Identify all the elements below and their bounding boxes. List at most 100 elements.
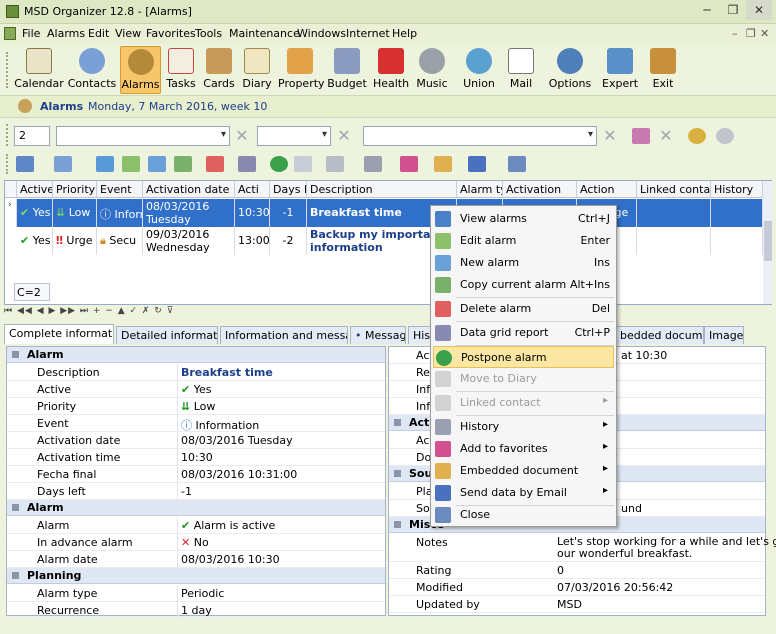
tab-complete-information[interactable]: Complete information <box>4 324 114 344</box>
col-alarm-type[interactable]: Alarm typ <box>457 181 503 198</box>
music-button[interactable]: Music <box>414 46 450 94</box>
remove-filter-icon[interactable]: ✕ <box>658 128 674 144</box>
layout-icon[interactable] <box>508 156 526 172</box>
tab-embedded-document[interactable]: bedded document <box>616 326 704 344</box>
col-activation-time[interactable]: Acti <box>235 181 270 198</box>
mail-button[interactable]: Mail <box>504 46 538 94</box>
apply-filter-icon[interactable] <box>632 128 650 144</box>
col-days-left[interactable]: Days le <box>270 181 307 198</box>
action-grip[interactable] <box>6 154 10 174</box>
app-menu-icon[interactable] <box>4 27 16 40</box>
menu-tools[interactable]: Tools <box>195 27 222 40</box>
budget-button[interactable]: Budget <box>327 46 367 94</box>
email-icon[interactable] <box>468 156 486 172</box>
table-row[interactable]: › ✔ Yes ⇊ Low ⓘ Inform 08/03/2016Tuesday… <box>5 199 763 227</box>
menu-help[interactable]: Help <box>392 27 417 40</box>
col-active[interactable]: Active <box>17 181 53 198</box>
tab-image[interactable]: Image <box>704 326 744 344</box>
scrollbar-thumb[interactable] <box>764 221 772 261</box>
history-icon[interactable] <box>364 156 382 172</box>
mdi-restore-button[interactable]: ❐ <box>746 27 756 40</box>
menu-item-history[interactable]: History ▸ <box>433 416 614 438</box>
menu-item-embedded-document[interactable]: Embedded document ▸ <box>433 460 614 482</box>
col-linked-contact[interactable]: Linked contact <box>637 181 711 198</box>
col-description[interactable]: Description <box>307 181 457 198</box>
clear-operator-icon[interactable]: ✕ <box>336 128 352 144</box>
property-button[interactable]: Property <box>278 46 325 94</box>
copy-icon[interactable] <box>174 156 192 172</box>
mdi-close-button[interactable]: ✕ <box>760 27 769 40</box>
table-row[interactable]: ✔ Yes ‼ Urge 🔒︎ Secu 09/03/2016 Wednesday… <box>5 227 763 255</box>
menu-file[interactable]: File <box>22 27 40 40</box>
filter-operator-combo[interactable] <box>257 126 331 146</box>
new-icon[interactable] <box>148 156 166 172</box>
col-activation[interactable]: Activation <box>503 181 577 198</box>
print-icon[interactable] <box>238 156 256 172</box>
tasks-button[interactable]: Tasks <box>163 46 199 94</box>
calendar-button[interactable]: Calendar <box>14 46 64 94</box>
union-button[interactable]: Union <box>460 46 498 94</box>
col-activation-date[interactable]: Activation date <box>143 181 235 198</box>
menu-item-add-to-favorites[interactable]: Add to favorites ▸ <box>433 438 614 460</box>
delete-icon[interactable] <box>206 156 224 172</box>
find-icon[interactable] <box>688 128 706 144</box>
menu-item-data-grid-report[interactable]: Data grid report Ctrl+P <box>433 322 614 344</box>
diary-button[interactable]: Diary <box>239 46 275 94</box>
view-icon[interactable] <box>96 156 114 172</box>
menu-item-view-alarms[interactable]: View alarms Ctrl+J <box>433 208 614 230</box>
menu-edit[interactable]: Edit <box>88 27 109 40</box>
menu-item-copy-alarm[interactable]: Copy current alarm Alt+Ins <box>433 274 614 296</box>
columns-icon[interactable] <box>326 156 344 172</box>
menu-item-postpone-alarm[interactable]: Postpone alarm <box>433 346 614 368</box>
grid-navigator[interactable]: ⏮ ◀◀ ◀ ▶ ▶▶ ⏭ + − ▲ ✓ ✗ ↻ ⊽ <box>4 306 404 318</box>
tab-message[interactable]: • Message <box>350 326 406 344</box>
view-list-icon[interactable] <box>16 156 34 172</box>
menu-item-move-to-diary[interactable]: Move to Diary <box>433 368 614 390</box>
contacts-button[interactable]: Contacts <box>66 46 118 94</box>
document-icon[interactable] <box>434 156 452 172</box>
filter-grip[interactable] <box>6 124 10 146</box>
info-icon[interactable] <box>54 156 72 172</box>
find-next-icon[interactable] <box>716 128 734 144</box>
move-icon[interactable] <box>294 156 312 172</box>
clear-value-icon[interactable]: ✕ <box>602 128 618 144</box>
menu-item-linked-contact[interactable]: Linked contact ▸ <box>433 392 614 414</box>
toolbar-grip[interactable] <box>6 52 10 88</box>
maximize-button[interactable]: ❐ <box>720 0 746 20</box>
refresh-icon[interactable] <box>270 156 288 172</box>
menu-maintenance[interactable]: Maintenance <box>229 27 300 40</box>
section-planning[interactable]: Planning <box>7 568 385 584</box>
menu-alarms[interactable]: Alarms <box>47 27 85 40</box>
close-button[interactable]: ✕ <box>746 0 772 20</box>
section-alarm-status[interactable]: Alarm <box>7 500 385 516</box>
col-history[interactable]: History <box>711 181 763 198</box>
col-priority[interactable]: Priority <box>53 181 97 198</box>
menu-favorites[interactable]: Favorites <box>146 27 196 40</box>
alarms-button[interactable]: Alarms <box>120 46 161 94</box>
favorites-icon[interactable] <box>400 156 418 172</box>
tab-detailed-information[interactable]: Detailed information <box>116 326 218 344</box>
options-button[interactable]: Options <box>548 46 592 94</box>
filter-field-combo[interactable] <box>56 126 230 146</box>
section-alarm[interactable]: Alarm <box>7 347 385 363</box>
filter-value-combo[interactable] <box>363 126 597 146</box>
grid-scrollbar[interactable] <box>763 181 773 304</box>
menu-windows[interactable]: Windows <box>297 27 346 40</box>
health-button[interactable]: Health <box>372 46 410 94</box>
mdi-minimize-button[interactable]: – <box>732 27 738 40</box>
menu-item-close[interactable]: Close <box>433 504 614 526</box>
col-action[interactable]: Action <box>577 181 637 198</box>
menu-view[interactable]: View <box>115 27 141 40</box>
menu-item-send-email[interactable]: Send data by Email ▸ <box>433 482 614 504</box>
exit-button[interactable]: Exit <box>648 46 678 94</box>
menu-item-edit-alarm[interactable]: Edit alarm Enter <box>433 230 614 252</box>
minimize-button[interactable]: ─ <box>694 0 720 20</box>
col-event[interactable]: Event <box>97 181 143 198</box>
clear-field-icon[interactable]: ✕ <box>234 128 250 144</box>
cards-button[interactable]: Cards <box>201 46 237 94</box>
edit-icon[interactable] <box>122 156 140 172</box>
expert-button[interactable]: Expert <box>602 46 638 94</box>
menu-item-delete-alarm[interactable]: Delete alarm Del <box>433 298 614 320</box>
tab-information-and-message[interactable]: Information and message <box>220 326 348 344</box>
menu-internet[interactable]: Internet <box>346 27 390 40</box>
